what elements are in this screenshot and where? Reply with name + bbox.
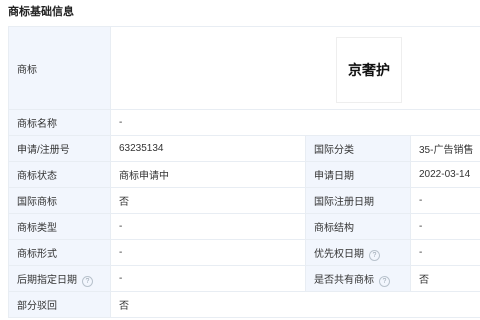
name-label: 商标名称 [8,109,111,136]
partial-reject-value: 否 [110,291,480,318]
apply-date-value: 2022-03-14 [410,161,480,188]
priority-date-cell: 优先权日期? [305,239,411,266]
table-row: 商标 京奢护 [8,26,480,110]
type-value: - [110,213,306,240]
structure-value: - [410,213,480,240]
partial-reject-label: 部分驳回 [8,291,111,318]
intl-label: 国际商标 [8,187,111,214]
section-title: 商标基础信息 [8,6,74,18]
class-value: 35-广告销售 [410,135,480,162]
shared-value: 否 [410,265,480,292]
later-date-label: 后期指定日期 [17,274,77,286]
table-row: 部分驳回 否 [8,291,480,318]
question-circle-icon[interactable]: ? [379,275,390,287]
question-circle-icon[interactable]: ? [369,249,380,261]
table-row: 商标状态 商标申请中 申请日期 2022-03-14 [8,161,480,188]
priority-date-value: - [410,239,480,266]
table-row: 申请/注册号 63235134 国际分类 35-广告销售 [8,135,480,162]
question-circle-icon[interactable]: ? [82,275,93,287]
intl-value: 否 [110,187,306,214]
form-value: - [110,239,306,266]
shared-cell: 是否共有商标? [305,265,411,292]
priority-date-label: 优先权日期 [314,248,364,260]
later-date-cell: 后期指定日期? [8,265,111,292]
class-label: 国际分类 [305,135,411,162]
logo-label: 商标 [8,26,111,110]
type-label: 商标类型 [8,213,111,240]
apply-date-label: 申请日期 [305,161,411,188]
form-label: 商标形式 [8,239,111,266]
trademark-info-table: 商标 京奢护 商标名称 - 申请/注册号 63235134 国际分类 35-广告… [8,26,480,318]
structure-label: 商标结构 [305,213,411,240]
status-value: 商标申请中 [110,161,306,188]
reg-no-label: 申请/注册号 [8,135,111,162]
table-row: 商标名称 - [8,109,480,136]
status-label: 商标状态 [8,161,111,188]
trademark-logo-text: 京奢护 [348,63,390,79]
intl-reg-date-value: - [410,187,480,214]
logo-cell: 京奢护 [110,26,480,110]
reg-no-value: 63235134 [110,135,306,162]
name-value: - [110,109,480,136]
trademark-logo-image[interactable]: 京奢护 [336,37,402,103]
later-date-value: - [110,265,306,292]
table-row: 商标形式 - 优先权日期? - [8,239,480,266]
intl-reg-date-label: 国际注册日期 [305,187,411,214]
shared-label: 是否共有商标 [314,274,374,286]
table-row: 商标类型 - 商标结构 - [8,213,480,240]
table-row: 国际商标 否 国际注册日期 - [8,187,480,214]
table-row: 后期指定日期? - 是否共有商标? 否 [8,265,480,292]
